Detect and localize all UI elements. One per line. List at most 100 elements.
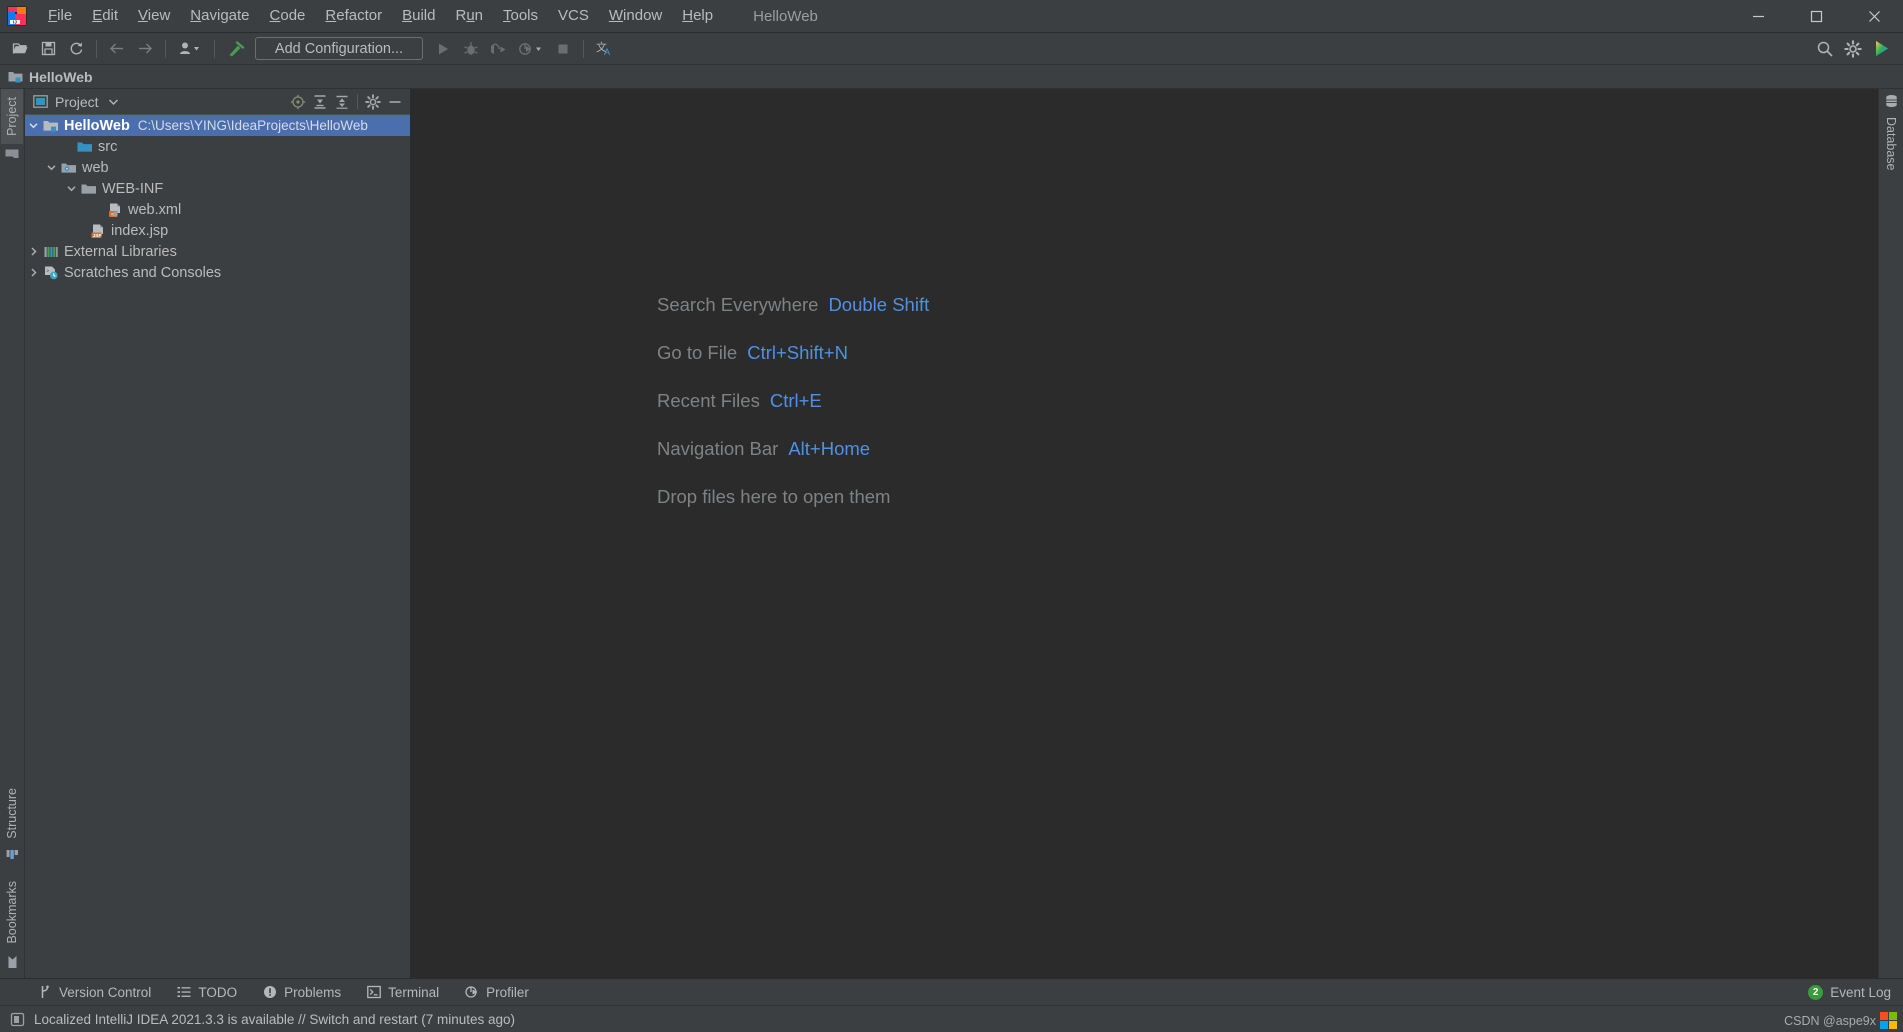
hide-icon[interactable] [384,91,406,113]
bottom-item-version-control[interactable]: Version Control [30,982,160,1003]
menu-file[interactable]: File [38,4,82,28]
search-everywhere-icon[interactable] [1812,37,1838,61]
menu-refactor[interactable]: Refactor [315,4,392,28]
menu-file-rest: ile [57,7,73,24]
tree-row[interactable]: WEB-INF [25,178,410,199]
menu-run[interactable]: Run [445,4,493,28]
tree-row[interactable]: web [25,157,410,178]
tree-row[interactable]: HelloWeb C:\Users\YING\IdeaProjects\Hell… [25,115,410,136]
window-controls [1729,0,1903,33]
expand-arrow-icon[interactable] [63,183,80,194]
tree-label: WEB-INF [102,180,164,197]
svg-text:JSP: JSP [93,232,103,238]
run-configuration-selector[interactable]: Add Configuration... [255,37,423,60]
settings-gear-icon[interactable] [1840,37,1866,61]
scroll-from-source-icon[interactable] [287,91,309,113]
editor-hints: Search Everywhere Double Shift Go to Fil… [657,294,929,508]
bottom-item-terminal[interactable]: Terminal [358,982,448,1003]
svg-text:A: A [604,47,610,57]
profile-run-icon[interactable] [514,37,548,61]
menu-help[interactable]: Help [672,4,723,28]
expand-arrow-icon[interactable] [43,162,60,173]
sidebar-item-structure-label: Structure [5,787,19,839]
toolbar-separator-2 [165,39,166,58]
status-bar: Localized IntelliJ IDEA 2021.3.3 is avai… [0,1005,1903,1032]
editor-empty-area[interactable]: Search Everywhere Double Shift Go to Fil… [411,89,1878,978]
jsp-file-icon: JSP [89,223,107,239]
run-with-coverage-icon[interactable] [486,37,512,61]
menu-edit[interactable]: Edit [82,4,128,28]
chevron-down-icon[interactable] [108,98,119,106]
expand-all-icon[interactable] [309,91,331,113]
project-tool-icon[interactable] [1,144,23,163]
web-resource-folder-icon [60,161,78,175]
user-profile-icon[interactable] [173,37,207,61]
right-tool-stripe: Database [1878,89,1903,978]
bottom-item-problems[interactable]: Problems [254,982,350,1003]
toolbar-separator [96,39,97,58]
collapse-arrow-icon[interactable] [25,267,42,278]
menu-build[interactable]: Build [392,4,445,28]
intellij-idea-logo-icon: IJ [6,5,28,27]
breadcrumb-helloweb[interactable]: HelloWeb [8,69,93,85]
sidebar-item-database-label: Database [1884,117,1898,171]
bookmarks-tool-icon[interactable] [2,952,23,972]
menu-code[interactable]: Code [260,4,316,28]
structure-tool-icon[interactable] [2,846,23,865]
hint-recent-files: Recent Files Ctrl+E [657,390,929,412]
main-toolbar: Add Configuration... 文A [0,33,1903,65]
save-all-icon[interactable] [35,37,61,61]
menu-vcs[interactable]: VCS [548,4,599,28]
database-tool-icon[interactable] [1880,89,1903,109]
navigate-back-icon[interactable] [104,37,130,61]
collapse-arrow-icon[interactable] [25,246,42,257]
maximize-button[interactable] [1787,0,1845,33]
sidebar-item-project[interactable]: Project [1,89,23,144]
menu-navigate[interactable]: Navigate [180,4,259,28]
vcs-branch-icon [39,985,52,999]
bottom-item-profiler[interactable]: Profiler [456,982,538,1003]
project-tree: HelloWeb C:\Users\YING\IdeaProjects\Hell… [25,115,410,978]
project-panel-actions [287,91,410,113]
left-tool-stripe: Project Structure Bookmarks [0,89,25,978]
settings-gear-icon[interactable] [362,91,384,113]
libraries-icon [42,245,60,259]
expand-arrow-icon[interactable] [25,120,42,131]
tree-row[interactable]: < web.xml [25,199,410,220]
toolbar-right-actions [1811,37,1895,61]
bottom-item-label: Profiler [486,984,529,1000]
stop-icon[interactable] [550,37,576,61]
build-hammer-icon[interactable] [222,37,248,61]
navigate-forward-icon[interactable] [132,37,158,61]
project-panel-header: Project [25,89,410,115]
ide-updates-icon[interactable] [1868,37,1894,61]
reload-from-disk-icon[interactable] [63,37,89,61]
bottom-tool-stripe: Version Control TODO Problems Terminal P… [0,978,1903,1005]
bottom-item-todo[interactable]: TODO [168,982,246,1003]
debug-icon[interactable] [458,37,484,61]
sidebar-item-structure[interactable]: Structure [1,780,23,847]
collapse-all-icon[interactable] [331,91,353,113]
menu-window[interactable]: Window [599,4,672,28]
translate-icon[interactable]: 文A [591,37,617,61]
sidebar-item-bookmarks[interactable]: Bookmarks [1,873,23,952]
tree-row[interactable]: JSP index.jsp [25,220,410,241]
open-folder-icon[interactable] [7,37,33,61]
minimize-button[interactable] [1729,0,1787,33]
tree-row[interactable]: src [25,136,410,157]
bottom-item-label: TODO [198,984,238,1000]
menu-tools[interactable]: Tools [493,4,548,28]
tree-label: Scratches and Consoles [64,264,222,281]
notification-icon[interactable] [10,1012,25,1027]
tree-row[interactable]: External Libraries [25,241,410,262]
event-log-button[interactable]: 2 Event Log [1808,984,1891,1000]
tree-row[interactable]: > Scratches and Consoles [25,262,410,283]
run-icon[interactable] [430,37,456,61]
run-configuration-label: Add Configuration... [274,40,404,57]
profiler-icon [465,985,479,999]
menu-view[interactable]: View [128,4,180,28]
tree-label: HelloWeb [64,117,130,134]
close-button[interactable] [1845,0,1903,33]
sidebar-item-database[interactable]: Database [1880,109,1902,179]
bottom-item-label: Version Control [59,984,152,1000]
